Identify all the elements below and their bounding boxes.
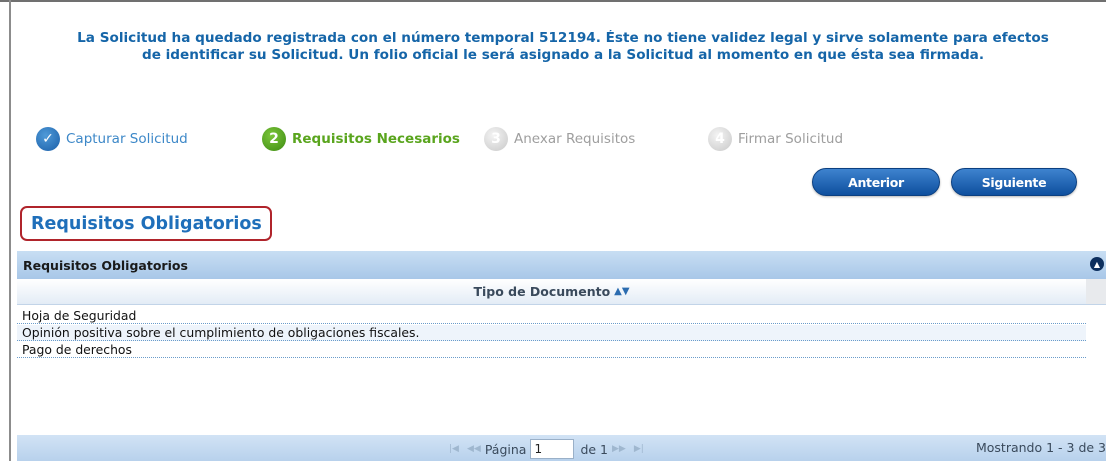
grid-pager: |◀ ◀◀ Página de 1 ▶▶ ▶| Mostrando 1 - 3 … xyxy=(17,435,1106,461)
page-total-label: de 1 xyxy=(580,441,609,457)
check-icon: ✓ xyxy=(36,127,60,151)
sort-icon: ▲▼ xyxy=(614,286,630,297)
column-header-tipo-documento[interactable]: Tipo de Documento ▲▼ xyxy=(17,279,1086,305)
section-title: Requisitos Obligatorios xyxy=(20,206,272,241)
step-label: Firmar Solicitud xyxy=(738,131,844,147)
grid-body: Hoja de Seguridad Opinión positiva sobre… xyxy=(17,308,1086,359)
notice-line-1: La Solicitud ha quedado registrada con e… xyxy=(77,30,1049,46)
step-number-icon: 2 xyxy=(262,127,286,151)
grid-caption: Requisitos Obligatorios ▲ xyxy=(17,251,1106,279)
page-label: Página xyxy=(484,441,527,457)
next-button[interactable]: Siguiente xyxy=(951,168,1077,196)
step-number-icon: 4 xyxy=(708,127,732,151)
step-anexar-requisitos: 3 Anexar Requisitos xyxy=(484,126,635,152)
header-scroll-spacer xyxy=(1086,279,1106,305)
first-page-icon[interactable]: |◀ xyxy=(449,444,459,454)
previous-page-icon[interactable]: ◀◀ xyxy=(467,444,481,454)
step-capturar-solicitud: ✓ Capturar Solicitud xyxy=(36,126,188,152)
notice-line-2: de identificar su Solicitud. Un folio of… xyxy=(141,47,985,63)
last-page-icon[interactable]: ▶| xyxy=(634,444,644,454)
column-header-label: Tipo de Documento xyxy=(473,284,611,299)
step-firmar-solicitud: 4 Firmar Solicitud xyxy=(708,126,843,152)
step-label: Anexar Requisitos xyxy=(514,131,636,147)
pager-controls: |◀ ◀◀ Página de 1 ▶▶ ▶| xyxy=(445,439,648,459)
table-row[interactable]: Hoja de Seguridad xyxy=(17,308,1086,324)
previous-button[interactable]: Anterior xyxy=(812,168,940,196)
window-top-border xyxy=(0,0,1106,2)
registration-notice: La Solicitud ha quedado registrada con e… xyxy=(20,30,1106,70)
step-label: Requisitos Necesarios xyxy=(292,131,460,147)
requirements-grid: Requisitos Obligatorios ▲ Tipo de Docume… xyxy=(17,251,1106,461)
table-row[interactable]: Opinión positiva sobre el cumplimiento d… xyxy=(17,325,1086,341)
window-left-border xyxy=(9,0,11,461)
next-page-icon[interactable]: ▶▶ xyxy=(612,444,626,454)
step-label: Capturar Solicitud xyxy=(66,131,188,147)
step-requisitos-necesarios: 2 Requisitos Necesarios xyxy=(262,126,460,152)
grid-caption-label: Requisitos Obligatorios xyxy=(23,257,188,273)
collapse-icon[interactable]: ▲ xyxy=(1090,257,1104,271)
table-row[interactable]: Pago de derechos xyxy=(17,342,1086,358)
step-number-icon: 3 xyxy=(484,127,508,151)
record-count: Mostrando 1 - 3 de 3 xyxy=(975,440,1106,455)
page-number-input[interactable] xyxy=(530,439,575,459)
